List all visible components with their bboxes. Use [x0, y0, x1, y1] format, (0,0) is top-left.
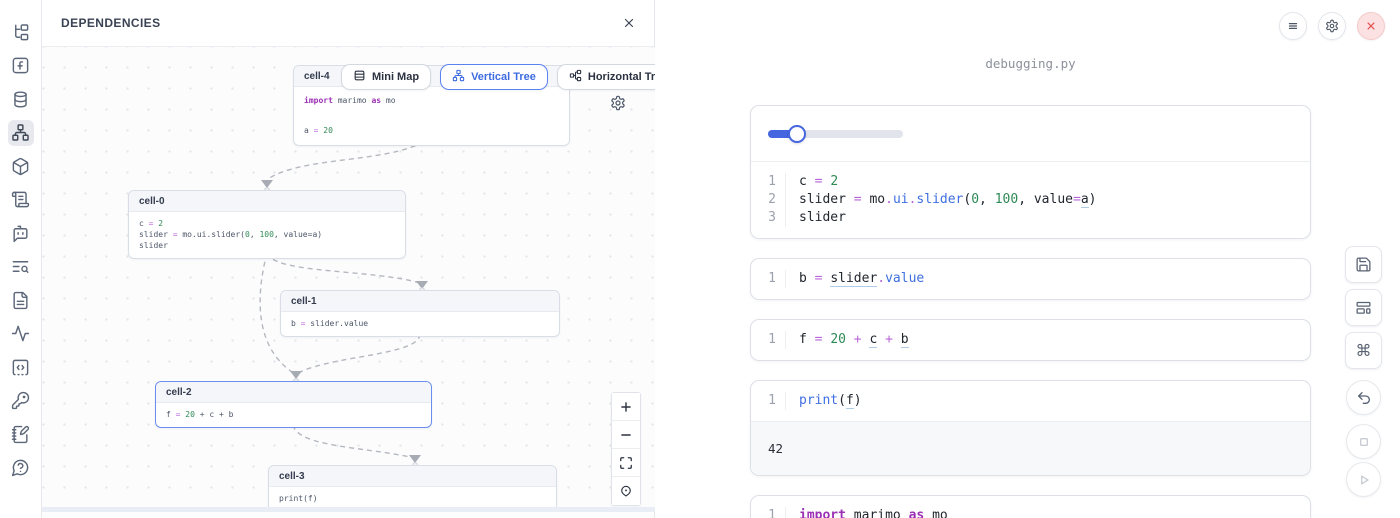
line-number: 1 — [751, 507, 785, 518]
code-block-icon[interactable] — [8, 354, 34, 380]
cell-import[interactable]: 1import marimo as mo2 — [750, 495, 1311, 518]
cell-b-assign[interactable]: 1b = slider.value — [750, 258, 1311, 300]
node-title: cell-2 — [156, 382, 431, 403]
vertical-tree-icon — [452, 69, 465, 85]
chat-bot-icon[interactable] — [8, 220, 34, 246]
node-code: c = 2slider = mo.ui.slider(0, 100, value… — [129, 212, 405, 258]
zoom-in-button[interactable] — [612, 393, 640, 421]
function-square-icon[interactable] — [8, 53, 34, 79]
key-icon[interactable] — [8, 388, 34, 414]
mini-map-button[interactable]: Mini Map — [341, 64, 431, 90]
code-editor[interactable]: 1f = 20 + c + b — [751, 320, 1310, 360]
shutdown-close-button[interactable] — [1357, 12, 1385, 40]
line-number: 3 — [751, 209, 785, 227]
slider-widget[interactable] — [768, 125, 903, 143]
notebook-area: debugging.py 1c = 22slider = mo.ui.slide… — [656, 0, 1400, 518]
scroll-icon[interactable] — [8, 187, 34, 213]
settings-gear-button[interactable] — [1318, 12, 1346, 40]
graph-view-toolbar: Mini Map Vertical Tree Horizontal Tree — [341, 64, 655, 90]
horizontal-tree-button[interactable]: Horizontal Tree — [557, 64, 655, 90]
node-title: cell-1 — [281, 291, 559, 312]
run-button[interactable] — [1346, 462, 1381, 497]
horizontal-tree-icon — [569, 69, 582, 85]
code-editor[interactable]: 1c = 22slider = mo.ui.slider(0, 100, val… — [751, 162, 1310, 238]
package-icon[interactable] — [8, 153, 34, 179]
slider-thumb[interactable] — [788, 125, 806, 143]
menu-button[interactable] — [1279, 12, 1307, 40]
line-number: 1 — [751, 173, 785, 191]
line-number: 1 — [751, 331, 785, 349]
activity-icon[interactable] — [8, 321, 34, 347]
code-editor[interactable]: 1b = slider.value — [751, 259, 1310, 299]
left-icon-sidebar — [0, 0, 42, 518]
vertical-tree-button[interactable]: Vertical Tree — [440, 64, 548, 90]
notebook-filename: debugging.py — [750, 56, 1311, 71]
help-icon[interactable] — [8, 455, 34, 481]
zoom-out-button[interactable] — [612, 421, 640, 449]
dependency-graph-canvas[interactable]: cell-4 import marimo as mo a = 20 cell-0… — [42, 47, 655, 512]
cell-output-slider — [751, 106, 1310, 162]
code-editor[interactable]: 1print(f) — [751, 381, 1310, 421]
notebook-header-actions — [1279, 12, 1385, 40]
panel-close-icon[interactable] — [622, 16, 636, 30]
graph-node-cell-1[interactable]: cell-1 b = slider.value — [280, 290, 560, 337]
graph-settings-gear-icon[interactable] — [610, 95, 626, 116]
command-icon: ⌘ — [1356, 343, 1372, 359]
cell-f-assign[interactable]: 1f = 20 + c + b — [750, 319, 1311, 361]
line-number: 1 — [751, 392, 785, 410]
notebook-edit-icon[interactable] — [8, 421, 34, 447]
fit-view-button[interactable] — [612, 449, 640, 477]
node-code: import marimo as mo a = 20 — [294, 87, 569, 145]
cell-slider[interactable]: 1c = 22slider = mo.ui.slider(0, 100, val… — [750, 105, 1311, 239]
node-title: cell-3 — [269, 466, 556, 487]
mini-map-icon — [353, 69, 366, 85]
document-icon[interactable] — [8, 287, 34, 313]
graph-bottom-strip — [42, 507, 655, 512]
graph-zoom-controls — [611, 392, 641, 506]
cell-output-text: 42 — [751, 421, 1310, 475]
node-title: cell-0 — [129, 191, 405, 212]
locate-button[interactable] — [612, 477, 640, 505]
panel-title: DEPENDENCIES — [61, 16, 161, 30]
dependencies-header: DEPENDENCIES — [42, 0, 654, 47]
file-tree-icon[interactable] — [8, 19, 34, 45]
dependencies-panel: DEPENDENCIES — [42, 0, 655, 518]
notebook-cells: 1c = 22slider = mo.ui.slider(0, 100, val… — [750, 105, 1311, 518]
graph-node-cell-3[interactable]: cell-3 print(f) — [268, 465, 557, 512]
graph-node-cell-0[interactable]: cell-0 c = 2slider = mo.ui.slider(0, 100… — [128, 190, 406, 259]
graph-node-cell-2[interactable]: cell-2 f = 20 + c + b — [155, 381, 432, 428]
node-code: b = slider.value — [281, 312, 559, 336]
command-palette-button[interactable]: ⌘ — [1345, 332, 1382, 369]
stop-button[interactable] — [1346, 424, 1381, 459]
marimo-app: DEPENDENCIES — [0, 0, 1400, 518]
layout-button[interactable] — [1345, 289, 1382, 326]
cell-print[interactable]: 1print(f) 42 — [750, 380, 1311, 476]
line-number: 2 — [751, 191, 785, 209]
dependency-graph-icon[interactable] — [8, 120, 34, 146]
undo-button[interactable] — [1346, 380, 1381, 415]
line-number: 1 — [751, 270, 785, 288]
code-editor[interactable]: 1import marimo as mo2 — [751, 496, 1310, 518]
save-button[interactable] — [1345, 246, 1382, 283]
database-icon[interactable] — [8, 86, 34, 112]
text-search-icon[interactable] — [8, 254, 34, 280]
node-code: f = 20 + c + b — [156, 403, 431, 427]
